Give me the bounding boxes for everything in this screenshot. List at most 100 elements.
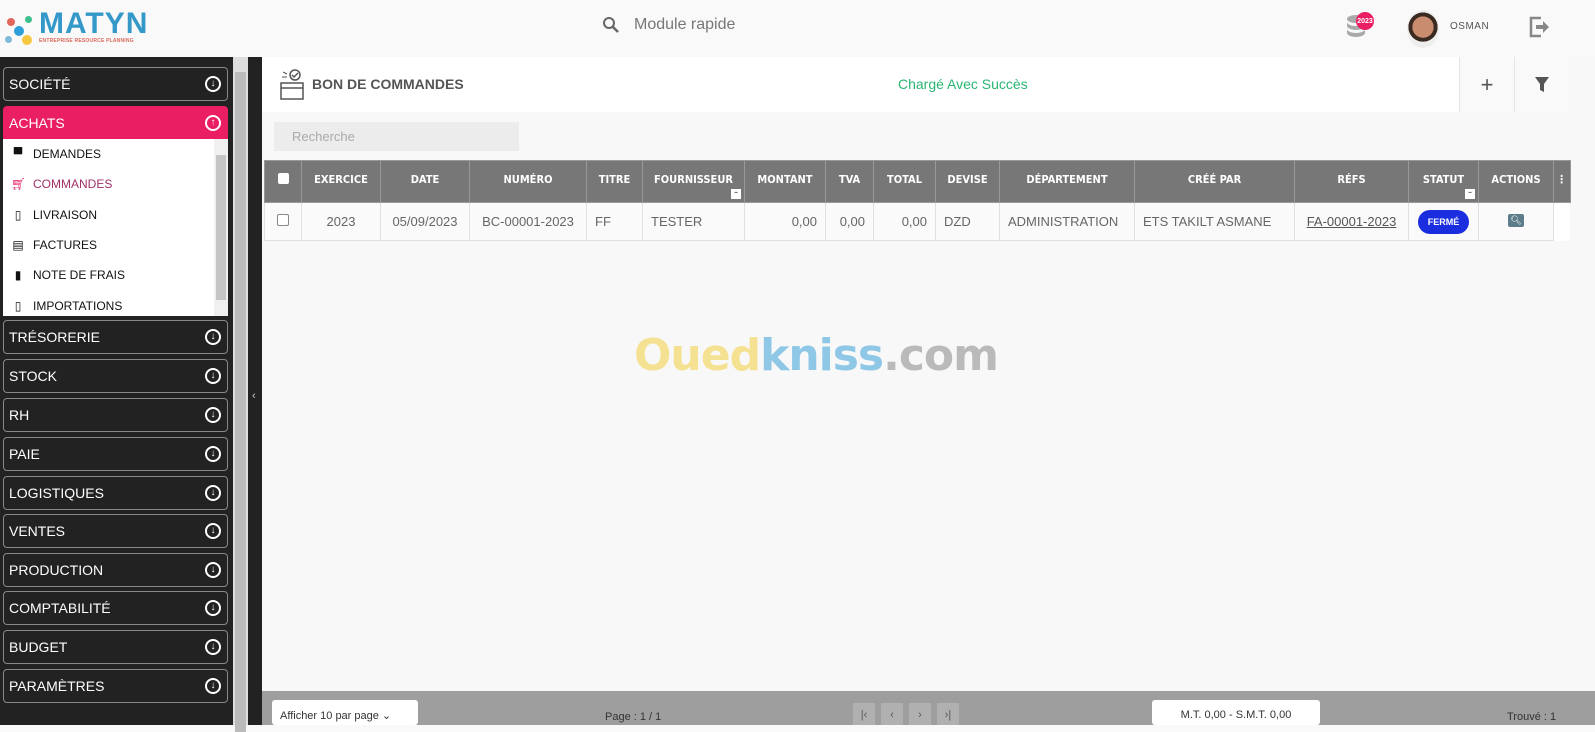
sidebar-item-tresorerie[interactable]: TRÉSORERIE ↓ [3,320,228,354]
pagination-footer: Afficher 10 par page ⌄ Page : 1 / 1 |‹ ‹… [262,691,1595,725]
cell-total: 0,00 [873,202,936,241]
column-header[interactable]: DÉPARTEMENT [999,160,1135,203]
logo-dots-icon [5,10,35,46]
sidebar-item-label: TRÉSORERIE [9,329,101,345]
main-content: BON DE COMMANDES Chargé Avec Succès + Re… [262,57,1595,725]
column-header[interactable]: NUMÉRO [469,160,587,203]
column-header[interactable]: RÉFS [1294,160,1409,203]
sidebar-item-label: SOCIÉTÉ [9,76,71,92]
filter-button[interactable] [1514,57,1569,112]
prev-page-button[interactable]: ‹ [881,703,903,725]
table-row[interactable]: 2023 05/09/2023 BC-00001-2023 FF TESTER … [264,202,1570,241]
sidebar-item-label: LOGISTIQUES [9,485,104,501]
logout-icon[interactable] [1527,15,1551,39]
collapse-column-icon[interactable]: – [731,189,741,199]
sidebar-item-parametres[interactable]: PARAMÈTRES ↓ [3,669,228,703]
document-icon: ▮ [14,268,22,283]
cell-cree-par: ETS TAKILT ASMANE [1134,202,1295,241]
arrow-down-circle-icon: ↓ [205,678,221,694]
totals-summary: M.T. 0,00 - S.M.T. 0,00 [1152,700,1320,725]
arrow-down-circle-icon: ↓ [205,562,221,578]
per-page-select[interactable]: Afficher 10 par page ⌄ [272,700,418,725]
avatar[interactable] [1407,10,1439,48]
arrow-up-circle-icon: ↑ [205,115,221,131]
search-input[interactable]: Recherche [274,122,519,151]
column-label: STATUT [1422,173,1465,186]
submenu-item-commandes[interactable]: 🛒︎ COMMANDES [3,169,228,199]
orders-table: EXERCICE DATE NUMÉRO TITRE FOURNISSEUR – … [264,160,1571,241]
sidebar-item-rh[interactable]: RH ↓ [3,398,228,432]
column-header[interactable]: DEVISE [935,160,1000,203]
first-page-button[interactable]: |‹ [853,703,875,725]
cell-titre: FF [586,202,643,241]
sidebar-item-label: PRODUCTION [9,562,104,578]
status-badge: FERMÉ [1417,209,1470,234]
sidebar-item-ventes[interactable]: VENTES ↓ [3,514,228,548]
sidebar-scrollbar[interactable] [233,57,248,732]
submenu-label: COMMANDES [33,177,113,192]
row-checkbox[interactable] [264,202,302,241]
column-header[interactable]: MONTANT [744,160,826,203]
refs-link[interactable]: FA-00001-2023 [1307,214,1397,229]
add-button[interactable]: + [1459,57,1514,112]
column-header[interactable]: TITRE [586,160,643,203]
sidebar-item-label: RH [9,407,30,423]
submenu-label: NOTE DE FRAIS [33,268,126,283]
chevron-left-icon: ‹ [252,390,256,402]
column-header[interactable]: STATUT – [1408,160,1479,203]
arrow-down-circle-icon: ↓ [205,639,221,655]
sidebar-item-paie[interactable]: PAIE ↓ [3,437,228,471]
column-header[interactable]: TVA [825,160,874,203]
sidebar-item-societe[interactable]: SOCIÉTÉ ↓ [3,67,228,101]
column-header[interactable]: FOURNISSEUR – [642,160,745,203]
column-options-icon[interactable]: ⋮ [1553,160,1571,203]
sidebar-item-comptabilite[interactable]: COMPTABILITÉ ↓ [3,591,228,625]
submenu-item-demandes[interactable]: ▀ DEMANDES [3,139,228,169]
submenu-item-note-de-frais[interactable]: ▮ NOTE DE FRAIS [3,260,228,290]
sidebar-item-budget[interactable]: BUDGET ↓ [3,630,228,664]
brand-subtitle: ENTREPRISE RESOURCE PLANNING [39,38,134,44]
column-header[interactable]: ACTIONS [1478,160,1554,203]
submenu-label: DEMANDES [33,147,102,162]
clipboard-icon: ▯ [14,298,22,313]
sidebar-item-label: VENTES [9,523,66,539]
view-search-icon[interactable]: 🔍︎ [1508,214,1524,227]
quick-module-search[interactable]: Module rapide [602,16,735,34]
user-name[interactable]: OSMAN [1450,21,1489,32]
column-header[interactable]: TOTAL [873,160,936,203]
sidebar-item-label: PARAMÈTRES [9,678,105,694]
cell-montant: 0,00 [744,202,826,241]
top-bar: MATYN ENTREPRISE RESOURCE PLANNING Modul… [0,0,1595,57]
page-title: BON DE COMMANDES [312,76,464,92]
collapse-column-icon[interactable]: – [1465,189,1475,199]
next-page-button[interactable]: › [909,703,931,725]
sidebar-item-label: STOCK [9,368,57,384]
submenu-item-factures[interactable]: ▤ FACTURES [3,230,228,260]
submenu-item-livraison[interactable]: ▯ LIVRAISON [3,200,228,230]
column-header[interactable]: DATE [380,160,470,203]
logo[interactable]: MATYN ENTREPRISE RESOURCE PLANNING [5,9,148,46]
watermark: Ouedkniss.com [634,330,999,381]
sidebar-item-logistiques[interactable]: LOGISTIQUES ↓ [3,476,228,510]
sidebar-item-label: COMPTABILITÉ [9,600,111,616]
sidebar-collapse-toggle[interactable]: ‹ [248,57,262,725]
select-all-checkbox[interactable] [264,160,302,203]
title-bar: BON DE COMMANDES Chargé Avec Succès [262,57,1568,112]
sidebar-item-stock[interactable]: STOCK ↓ [3,359,228,393]
year-badge[interactable]: 2023 [1356,12,1374,30]
sidebar-item-achats[interactable]: ACHATS ↑ [3,106,228,140]
sidebar: SOCIÉTÉ ↓ ACHATS ↑ ▀ DEMANDES 🛒︎ COMMANDES ▯… [0,57,233,725]
last-page-button[interactable]: ›| [937,703,959,725]
sidebar-item-production[interactable]: PRODUCTION ↓ [3,553,228,587]
column-header[interactable]: EXERCICE [301,160,381,203]
cell-departement: ADMINISTRATION [999,202,1135,241]
sidebar-item-label: ACHATS [9,115,65,131]
submenu-scrollbar[interactable] [214,139,228,316]
column-header[interactable]: CRÉÉ PAR [1134,160,1295,203]
submenu-item-importations[interactable]: ▯ IMPORTATIONS [3,290,228,316]
cell-fournisseur: TESTER [642,202,745,241]
arrow-down-circle-icon: ↓ [205,523,221,539]
arrow-down-circle-icon: ↓ [205,329,221,345]
cell-tva: 0,00 [825,202,874,241]
per-page-label: Afficher 10 par page [280,710,379,722]
